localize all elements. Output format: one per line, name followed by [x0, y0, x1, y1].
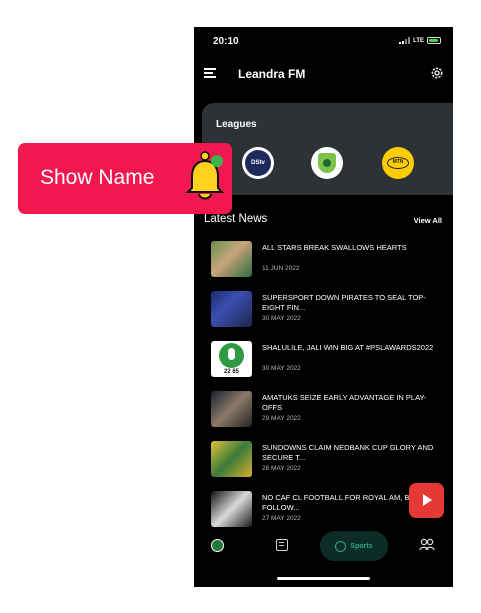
league-logo-dstv-premiership[interactable]: DStv [242, 147, 274, 179]
gear-icon[interactable] [429, 65, 445, 81]
news-date: 30 MAY 2022 [262, 315, 301, 322]
bell-icon [185, 151, 225, 200]
league-logo-nedbank-cup[interactable] [311, 147, 343, 179]
leagues-card: Leagues DStv MTN [202, 103, 453, 195]
app-title: Leandra FM [238, 67, 306, 81]
network-label: LTE [413, 37, 424, 44]
cup-shield-icon [318, 153, 336, 173]
news-title: SUNDOWNS CLAIM NEDBANK CUP GLORY AND SEC… [262, 443, 434, 462]
status-time: 20:10 [213, 36, 239, 47]
people-icon[interactable] [419, 538, 435, 552]
news-title: AMATUKS SEIZE EARLY ADVANTAGE IN PLAY-OF… [262, 393, 427, 412]
news-date: 11 JUN 2022 [262, 265, 300, 272]
news-item[interactable]: SUPERSPORT DOWN PIRATES TO SEAL TOP-EIGH… [211, 291, 445, 329]
signal-icon [399, 37, 411, 44]
microphone-icon [219, 343, 244, 368]
latest-news-title: Latest News [204, 213, 268, 225]
news-title: ALL STARS BREAK SWALLOWS HEARTS [262, 243, 407, 252]
nav-sports-tab[interactable]: Sports [320, 531, 388, 561]
news-date: 28 MAY 2022 [262, 465, 301, 472]
news-thumbnail [211, 391, 252, 427]
show-name-text: Show Name [40, 166, 155, 189]
play-icon [423, 494, 432, 506]
battery-icon [427, 37, 441, 44]
news-item[interactable]: SUNDOWNS CLAIM NEDBANK CUP GLORY AND SEC… [211, 441, 445, 479]
hamburger-icon[interactable] [204, 68, 216, 78]
home-icon[interactable] [211, 539, 224, 552]
news-date: 30 MAY 2022 [262, 365, 301, 372]
status-bar: 20:10 LTE [194, 27, 453, 57]
mtn-logo-text: MTN [387, 157, 409, 169]
dstv-logo-text: DStv [245, 150, 271, 176]
news-thumbnail [211, 291, 252, 327]
news-thumbnail [211, 491, 252, 527]
news-thumbnail: 22 65 [211, 341, 252, 377]
leagues-title: Leagues [216, 119, 257, 130]
league-logo-mtn8[interactable]: MTN [382, 147, 414, 179]
status-indicators: LTE [399, 37, 441, 44]
app-bar: Leandra FM [194, 61, 453, 87]
home-indicator [277, 577, 370, 580]
news-date: 29 MAY 2022 [262, 415, 301, 422]
thumbnail-text: 22 65 [223, 369, 239, 375]
news-title: SUPERSPORT DOWN PIRATES TO SEAL TOP-EIGH… [262, 293, 426, 312]
news-item[interactable]: ALL STARS BREAK SWALLOWS HEARTS 11 JUN 2… [211, 241, 445, 279]
youtube-button[interactable] [409, 483, 444, 518]
news-icon[interactable] [276, 539, 288, 551]
news-title: SHALULILE, JALI WIN BIG AT #PSLAWARDS202… [262, 343, 434, 352]
view-all-link[interactable]: View All [414, 216, 442, 225]
news-item[interactable]: 22 65 SHALULILE, JALI WIN BIG AT #PSLAWA… [211, 341, 445, 379]
bottom-nav: Sports [194, 529, 453, 563]
news-date: 27 MAY 2022 [262, 515, 301, 522]
news-thumbnail [211, 241, 252, 277]
sports-icon [335, 540, 347, 552]
news-item[interactable]: AMATUKS SEIZE EARLY ADVANTAGE IN PLAY-OF… [211, 391, 445, 429]
nav-sports-label: Sports [350, 542, 373, 550]
news-thumbnail [211, 441, 252, 477]
